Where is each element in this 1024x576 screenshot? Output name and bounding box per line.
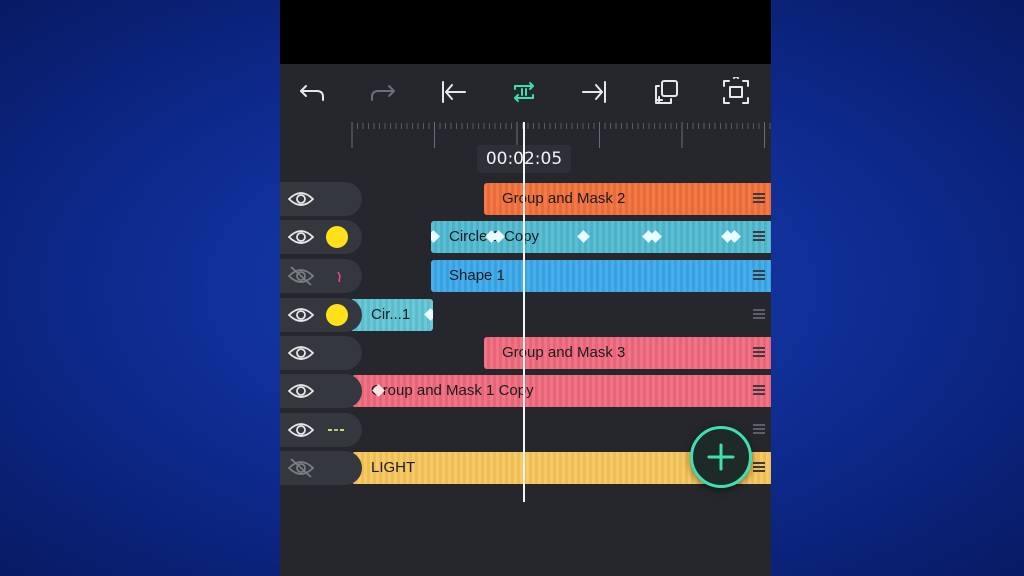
clip-drag-handle-icon[interactable] <box>753 270 765 282</box>
track-controls <box>280 413 362 447</box>
redo-button[interactable] <box>363 72 403 112</box>
keyframe-icon[interactable] <box>431 230 440 243</box>
layer-thumbnail <box>326 304 348 326</box>
track-controls <box>280 374 362 408</box>
track-controls <box>280 298 362 332</box>
track-row: Shape 1 <box>280 259 771 293</box>
loop-button[interactable] <box>504 72 544 112</box>
clip-label: Group and Mask 1 Copy <box>371 382 534 399</box>
clip[interactable]: Group and Mask 1 Copy <box>352 375 771 407</box>
skip-to-start-button[interactable] <box>433 72 473 112</box>
preview-area <box>280 0 771 64</box>
eye-icon[interactable] <box>288 420 314 440</box>
layer-thumbnail <box>328 429 344 431</box>
skip-to-end-button[interactable] <box>575 72 615 112</box>
eye-icon[interactable] <box>288 381 314 401</box>
clip-drag-handle-icon[interactable] <box>753 385 765 397</box>
track-drag-handle-icon[interactable] <box>753 424 765 436</box>
track-row: Group and Mask 2 <box>280 182 771 216</box>
eye-hidden-icon[interactable] <box>288 266 314 286</box>
track-row: Cir...1 <box>280 298 771 332</box>
keyframe-icon[interactable] <box>424 308 433 321</box>
clip-drag-handle-icon[interactable] <box>753 347 765 359</box>
clip-drag-handle-icon[interactable] <box>753 462 765 474</box>
add-layer-button[interactable] <box>690 426 752 488</box>
eye-hidden-icon[interactable] <box>288 458 314 478</box>
layer-thumbnail <box>337 271 341 283</box>
track-row: Group and Mask 3 <box>280 336 771 370</box>
clip[interactable]: Shape 1 <box>431 260 771 292</box>
clip-label: Group and Mask 3 <box>502 344 626 361</box>
clip-drag-handle-icon[interactable] <box>753 231 765 243</box>
skip-to-start-icon <box>442 81 466 103</box>
clip[interactable]: Circle 1 Copy <box>431 221 771 253</box>
eye-icon[interactable] <box>288 343 314 363</box>
clip-label: LIGHT <box>371 459 416 476</box>
clip[interactable]: Group and Mask 3 <box>484 337 771 369</box>
clip[interactable]: Group and Mask 2 <box>484 183 771 215</box>
fit-screen-button[interactable] <box>716 72 756 112</box>
undo-button[interactable] <box>292 72 332 112</box>
clip[interactable]: Cir...1 <box>352 299 433 331</box>
eye-icon[interactable] <box>288 227 314 247</box>
keyframe-icon[interactable] <box>577 230 590 243</box>
time-ruler[interactable] <box>280 118 771 148</box>
clip-label: Cir...1 <box>371 306 411 323</box>
loop-icon <box>514 82 534 102</box>
clip-label: Group and Mask 2 <box>502 190 626 207</box>
clip-label: Shape 1 <box>449 267 505 284</box>
playhead[interactable] <box>523 122 525 502</box>
track-controls <box>280 336 362 370</box>
redo-icon <box>371 85 395 101</box>
plus-icon <box>707 443 735 471</box>
track-controls <box>280 182 362 216</box>
track-controls <box>280 259 362 293</box>
skip-to-end-icon <box>582 81 606 103</box>
track-controls <box>280 220 362 254</box>
layer-thumbnail <box>326 226 348 248</box>
toolbar <box>280 64 771 120</box>
duplicate-icon <box>655 80 678 104</box>
eye-icon[interactable] <box>288 305 314 325</box>
track-controls <box>280 451 362 485</box>
timeline-editor: 00:02:05 Group and Mask 2 Circle 1 Copy <box>280 0 771 576</box>
duplicate-button[interactable] <box>646 72 686 112</box>
track-row: Circle 1 Copy <box>280 220 771 254</box>
track-row: Group and Mask 1 Copy <box>280 374 771 408</box>
eye-icon[interactable] <box>288 189 314 209</box>
fit-screen-icon <box>723 77 749 104</box>
undo-icon <box>300 85 324 101</box>
track-drag-handle-icon[interactable] <box>753 309 765 321</box>
clip-drag-handle-icon[interactable] <box>753 193 765 205</box>
